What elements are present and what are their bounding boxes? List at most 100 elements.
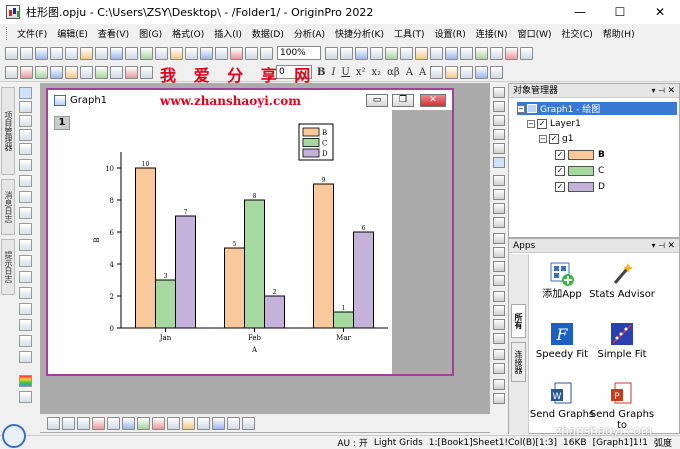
align-right-icon[interactable] <box>493 247 505 258</box>
insert-graph-icon[interactable] <box>19 335 32 347</box>
zoom-tool-icon[interactable] <box>19 115 32 127</box>
add-legend-icon[interactable] <box>493 157 505 168</box>
ungroup-icon[interactable] <box>493 305 505 316</box>
color-palette-icon[interactable] <box>19 375 32 387</box>
bold-icon[interactable]: B <box>317 67 325 78</box>
command-window-icon[interactable] <box>260 46 273 60</box>
app-stats-advisor[interactable]: Stats Advisor <box>587 261 657 300</box>
pointer-tool-icon[interactable] <box>19 87 32 99</box>
add-date-time-icon[interactable] <box>493 217 505 228</box>
plot-scatter-icon[interactable] <box>20 65 33 79</box>
plot-3d-icon[interactable] <box>110 65 123 79</box>
fill-pattern-icon[interactable] <box>122 416 135 430</box>
rotate-icon[interactable] <box>227 416 240 430</box>
plot-area-icon[interactable] <box>95 65 108 79</box>
tree-group-g1[interactable]: − ✓ g1 <box>539 132 573 145</box>
front-icon[interactable] <box>493 319 505 330</box>
collapse-icon[interactable]: − <box>539 134 547 143</box>
text-tool-icon[interactable] <box>19 223 32 235</box>
graph1-window[interactable]: Graph1 www.zhanshaoyi.com ▭ ❐ ✕ 1 0 2 4 6 8 1… <box>46 88 454 376</box>
fill-color-icon[interactable] <box>445 65 459 79</box>
zoom-select[interactable]: 100% <box>277 46 321 60</box>
tree-layer1[interactable]: − ✓ Layer1 <box>527 117 581 130</box>
graph-close-button[interactable]: ✕ <box>420 94 446 107</box>
menu-edit[interactable]: 编辑(E) <box>52 27 93 40</box>
superscript-icon[interactable]: x² <box>356 67 366 78</box>
apps-close-icon[interactable]: ✕ <box>667 239 675 253</box>
plot-column-icon[interactable] <box>50 65 63 79</box>
apps-icon[interactable] <box>475 46 488 60</box>
line-connect-icon[interactable] <box>77 416 90 430</box>
whole-page-icon[interactable] <box>355 46 368 60</box>
help-icon[interactable] <box>520 46 533 60</box>
zoom-in-icon[interactable] <box>325 46 338 60</box>
line-style-icon[interactable] <box>19 391 32 403</box>
menu-insert[interactable]: 插入(I) <box>209 27 247 40</box>
status-au[interactable]: AU : 开 <box>337 436 368 449</box>
status-angle-unit[interactable]: 弧度 <box>654 436 672 449</box>
circle-tool-icon[interactable] <box>19 287 32 299</box>
project-explorer-icon[interactable] <box>445 46 458 60</box>
symbol-color-icon[interactable] <box>92 416 105 430</box>
italic-icon[interactable]: I <box>331 67 335 78</box>
increase-font-icon[interactable]: A <box>406 67 413 78</box>
polygon-tool-icon[interactable] <box>19 303 32 315</box>
menu-settings[interactable]: 设置(R) <box>430 27 471 40</box>
menu-format[interactable]: 格式(O) <box>167 27 209 40</box>
screen-reader-icon[interactable] <box>19 175 32 187</box>
graph-restore-button[interactable]: ❐ <box>392 94 414 107</box>
results-log-icon[interactable] <box>245 46 258 60</box>
collapse-icon[interactable]: − <box>517 104 525 113</box>
insert-table-icon[interactable] <box>19 351 32 363</box>
underline-icon[interactable]: U <box>341 67 349 78</box>
left-align-icon[interactable] <box>493 393 505 404</box>
line-tool-icon[interactable] <box>19 255 32 267</box>
import-icon[interactable] <box>140 46 153 60</box>
rescale-all-icon[interactable] <box>493 143 505 154</box>
line-width-icon[interactable] <box>475 65 489 79</box>
status-grid[interactable]: Light Grids <box>374 438 423 448</box>
new-workbook-icon[interactable] <box>20 46 33 60</box>
save-template-icon[interactable] <box>125 46 138 60</box>
greek-icon[interactable]: αβ <box>387 67 400 78</box>
tree-root-graph1[interactable]: − Graph1 - 绘图 <box>517 102 677 115</box>
group-checkbox[interactable]: ✓ <box>549 133 559 144</box>
tree-plot-d[interactable]: ✓ D <box>555 180 605 193</box>
messages-icon[interactable] <box>490 46 503 60</box>
align-left-icon[interactable] <box>493 233 505 244</box>
back-icon[interactable] <box>493 333 505 344</box>
color-increment-icon[interactable] <box>212 416 225 430</box>
code-builder-icon[interactable] <box>230 46 243 60</box>
plot-c-checkbox[interactable]: ✓ <box>555 165 565 176</box>
menu-window[interactable]: 窗口(W) <box>513 27 557 40</box>
decrease-font-icon[interactable]: A <box>419 67 426 78</box>
smart-hint-tab[interactable]: 提示日志 <box>1 239 15 295</box>
messages-log-tab[interactable]: 消息日志 <box>1 179 15 235</box>
add-bubble-scale-icon[interactable] <box>493 189 505 200</box>
plot-pie-icon[interactable] <box>80 65 93 79</box>
recalculate-icon[interactable] <box>170 46 183 60</box>
import-wizard-icon[interactable] <box>155 46 168 60</box>
gradient-fill-icon[interactable] <box>137 416 150 430</box>
plot-line-symbol-icon[interactable] <box>35 65 48 79</box>
region-tool-icon[interactable] <box>19 319 32 331</box>
bring-to-front-icon[interactable] <box>493 87 505 98</box>
align-bottom-icon[interactable] <box>493 275 505 286</box>
overlap-icon[interactable] <box>197 416 210 430</box>
arrow-tool-icon[interactable] <box>19 239 32 251</box>
top-align-icon[interactable] <box>493 379 505 390</box>
open-icon[interactable] <box>80 46 93 60</box>
menu-social[interactable]: 社交(C) <box>556 27 597 40</box>
line-style-select-icon[interactable] <box>62 416 75 430</box>
tab-all[interactable]: 所有 <box>511 304 526 338</box>
duplicate-icon[interactable] <box>200 46 213 60</box>
line-color-icon[interactable] <box>460 65 474 79</box>
layer-management-icon[interactable] <box>400 46 413 60</box>
subscript-icon[interactable]: x₂ <box>372 67 382 78</box>
save-icon[interactable] <box>110 46 123 60</box>
object-manager-icon[interactable] <box>460 46 473 60</box>
app-simple-fit[interactable]: Simple Fit <box>587 321 657 360</box>
menu-graph[interactable]: 图(G) <box>134 27 167 40</box>
tree-plot-c[interactable]: ✓ C <box>555 164 604 177</box>
add-color-scale-icon[interactable] <box>493 175 505 186</box>
